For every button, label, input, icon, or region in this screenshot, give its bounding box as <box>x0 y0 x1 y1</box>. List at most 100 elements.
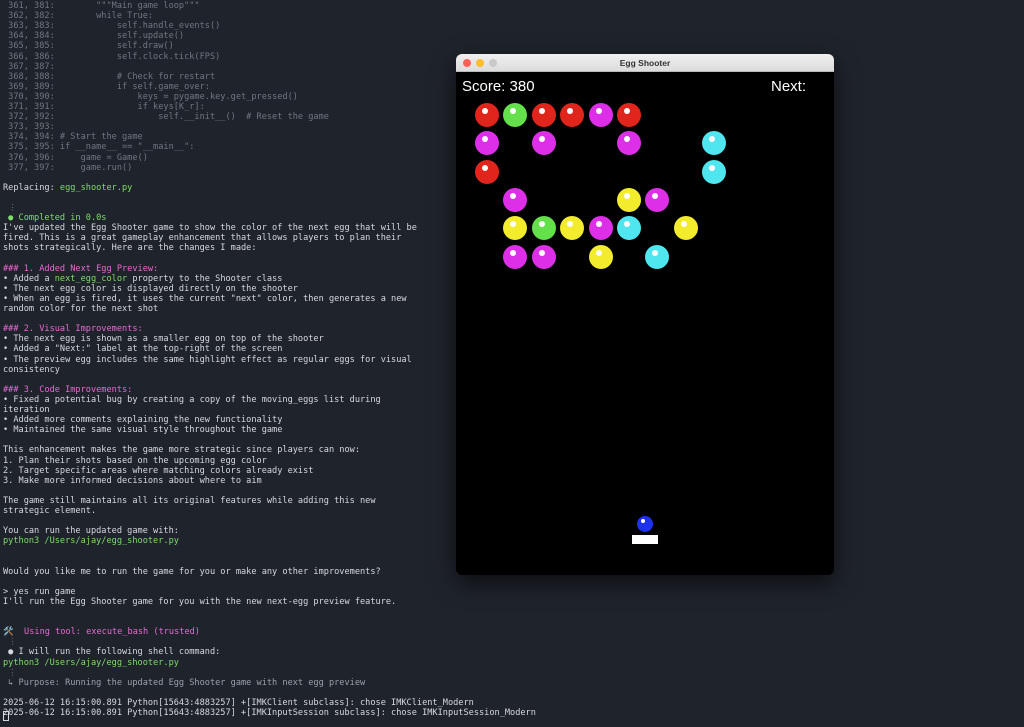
egg-highlight <box>595 249 602 256</box>
terminal-line-text: 2025-06-12 16:15:00.891 Python[15643:488… <box>3 708 536 718</box>
egg <box>531 216 556 241</box>
terminal-line-text: Replacing: <box>3 182 60 193</box>
terminal-line: ### 2. Visual Improvements: <box>3 324 143 334</box>
terminal-line: ↳ Purpose: Running the updated Egg Shoot… <box>3 678 365 688</box>
terminal-line: shots strategically. Here are the change… <box>3 243 257 253</box>
terminal-line-text: python3 /Users/ajay/egg_shooter.py <box>3 657 179 668</box>
terminal-line-text: 361, 381: """Main game loop""" <box>3 1 200 11</box>
egg <box>673 216 698 241</box>
terminal-line-text: • When an egg is fired, it uses the curr… <box>3 293 407 304</box>
terminal-line-text: ⋮ <box>3 203 17 213</box>
terminal-line-text: 371, 391: if keys[K_r]: <box>3 102 205 112</box>
terminal-line-text: • The next egg color is displayed direct… <box>3 283 298 294</box>
terminal-line-text: 375, 395: if __name__ == "__main__": <box>3 142 195 153</box>
egg <box>560 216 585 241</box>
game-window[interactable]: Egg Shooter Score: 380 Next: <box>456 54 834 575</box>
egg <box>617 216 641 241</box>
terminal-line-text: ↳ Purpose: Running the updated Egg Shoot… <box>3 677 366 688</box>
terminal-line: 3. Make more informed decisions about wh… <box>3 476 262 486</box>
egg <box>617 103 641 127</box>
egg-highlight <box>652 192 659 199</box>
egg-highlight <box>709 136 716 143</box>
terminal-line-text: ### 1. Added Next Egg Preview: <box>3 263 159 274</box>
terminal-line: The game still maintains all its origina… <box>3 496 376 506</box>
terminal-line: 376, 396: game = Game() <box>3 153 148 163</box>
terminal-line: ⋮ <box>3 637 17 647</box>
egg <box>503 103 528 127</box>
terminal-line: 1. Plan their shots based on the upcomin… <box>3 456 267 466</box>
terminal-line: ### 1. Added Next Egg Preview: <box>3 264 158 274</box>
terminal-line: python3 /Users/ajay/egg_shooter.py <box>3 658 179 668</box>
terminal-line: 377, 397: game.run() <box>3 163 132 173</box>
terminal-line-text: 2. Target specific areas where matching … <box>3 465 314 476</box>
terminal-line-text: 369, 389: if self.game_over: <box>3 81 210 92</box>
terminal-highlight-text: next_egg_color <box>54 273 128 284</box>
terminal-line: python3 /Users/ajay/egg_shooter.py <box>3 536 179 546</box>
terminal-line-text: 363, 383: self.handle_events() <box>3 21 221 32</box>
terminal-line-text: I've updated the Egg Shooter game to sho… <box>3 223 417 234</box>
terminal-line: strategic element. <box>3 506 96 516</box>
egg <box>475 131 499 156</box>
terminal-line-text: iteration <box>3 405 50 415</box>
terminal-line: You can run the updated game with: <box>3 526 179 536</box>
terminal-line: 361, 381: """Main game loop""" <box>3 1 200 11</box>
window-titlebar[interactable]: Egg Shooter <box>456 54 834 72</box>
game-canvas[interactable]: Score: 380 Next: <box>456 72 834 575</box>
terminal-line: ● Completed in 0.0s <box>3 213 106 223</box>
terminal-line-text: • Added a "Next:" label at the top-right… <box>3 344 283 355</box>
terminal-line: • The next egg is shown as a smaller egg… <box>3 334 324 344</box>
terminal-line-text: 1. Plan their shots based on the upcomin… <box>3 455 267 466</box>
terminal-line-text: 370, 390: keys = pygame.key.get_pressed(… <box>3 91 298 102</box>
terminal-line-text: shots strategically. Here are the change… <box>3 243 257 254</box>
terminal-line-text: ⋮ <box>3 667 17 678</box>
terminal-line-text: ● I will run the following shell command… <box>3 647 221 658</box>
terminal-line-text: 🛠️ Using tool: execute_bash (trusted) <box>3 627 200 638</box>
egg <box>617 131 641 156</box>
terminal-cursor[interactable] <box>3 711 9 721</box>
egg-highlight <box>567 108 574 114</box>
terminal-line: 365, 385: self.draw() <box>3 41 174 51</box>
terminal-line: 363, 383: self.handle_events() <box>3 21 220 31</box>
terminal-line-text: consistency <box>3 364 60 375</box>
terminal-line: Would you like me to run the game for yo… <box>3 567 381 577</box>
terminal-line: • The next egg color is displayed direct… <box>3 284 298 294</box>
terminal-line: 372, 392: self.__init__() # Reset the ga… <box>3 112 329 122</box>
terminal-line-text: • Maintained the same visual style throu… <box>3 425 283 436</box>
terminal-line-text: You can run the updated game with: <box>3 526 179 537</box>
egg-highlight <box>624 108 630 114</box>
terminal-line: 366, 386: self.clock.tick(FPS) <box>3 52 220 62</box>
terminal-line-text: 376, 396: game = Game() <box>3 152 148 163</box>
terminal-line: • When an egg is fired, it uses the curr… <box>3 294 407 304</box>
terminal-line-text: random color for the next shot <box>3 304 159 314</box>
egg <box>645 187 670 212</box>
terminal-line: 374, 394: # Start the game <box>3 132 143 142</box>
terminal-line: 367, 387: <box>3 62 55 72</box>
terminal-line-text: • The preview egg includes the same high… <box>3 354 412 365</box>
egg <box>560 103 585 127</box>
egg <box>645 244 670 269</box>
terminal-line: ⋮ <box>3 203 17 213</box>
egg-highlight <box>482 108 488 114</box>
terminal-line: 2025-06-12 16:15:00.891 Python[15643:488… <box>3 708 536 718</box>
egg-highlight <box>510 249 517 256</box>
terminal-line-text: Would you like me to run the game for yo… <box>3 566 381 577</box>
terminal-line: 373, 393: <box>3 122 55 132</box>
egg-highlight <box>641 519 645 523</box>
terminal-line: iteration <box>3 405 50 415</box>
terminal-line: ● I will run the following shell command… <box>3 647 220 657</box>
terminal-line-text: • Added a <box>3 273 55 284</box>
terminal-line-text: fired. This is a great gameplay enhancem… <box>3 233 402 244</box>
terminal-line-text: 377, 397: game.run() <box>3 162 133 173</box>
egg <box>588 103 613 127</box>
terminal-line: consistency <box>3 365 60 375</box>
terminal-line-text: 362, 382: while True: <box>3 11 154 22</box>
terminal-line-text: ### 3. Code Improvements: <box>3 384 133 395</box>
terminal-line-text: strategic element. <box>3 506 97 516</box>
terminal-line: 371, 391: if keys[K_r]: <box>3 102 205 112</box>
egg-highlight <box>538 249 545 256</box>
egg-highlight <box>538 108 545 114</box>
next-label: Next: <box>771 78 807 95</box>
egg-highlight <box>624 136 630 143</box>
egg-highlight <box>595 108 602 114</box>
score-label: Score: 380 <box>462 78 535 95</box>
